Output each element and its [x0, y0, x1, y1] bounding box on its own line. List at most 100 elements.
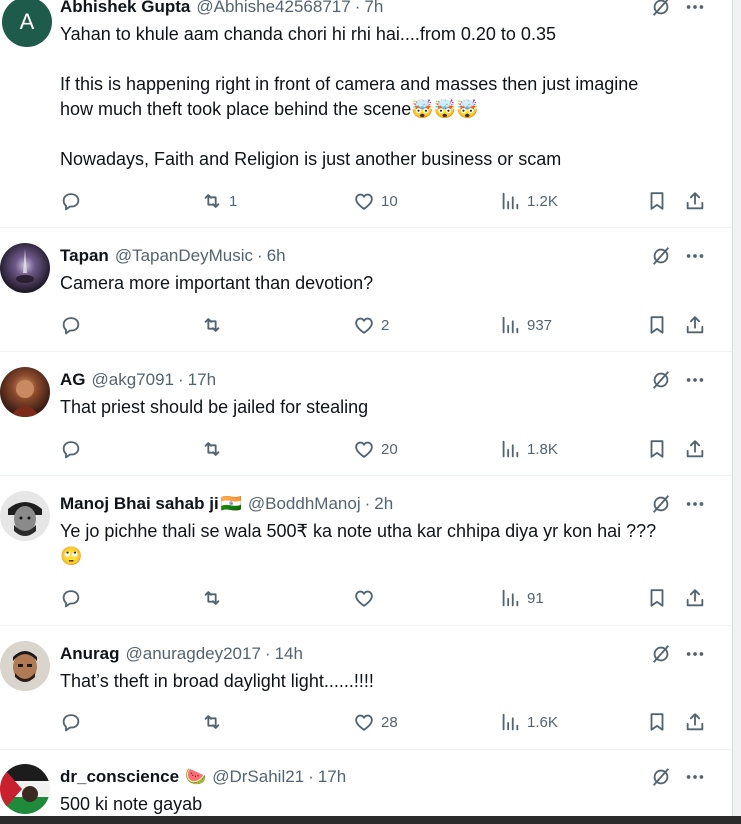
like-button[interactable]: 2	[353, 313, 389, 337]
action-bar: 28 1.6K	[60, 710, 710, 734]
display-name[interactable]: Manoj Bhai sahab ji	[60, 494, 219, 514]
timestamp[interactable]: 2h	[374, 494, 393, 514]
separator-dot: ·	[264, 644, 271, 663]
bookmark-button[interactable]	[646, 586, 668, 610]
like-button[interactable]	[353, 586, 375, 610]
views-icon	[502, 713, 519, 731]
grok-icon[interactable]	[650, 0, 672, 18]
like-button[interactable]: 28	[353, 710, 398, 734]
timestamp[interactable]: 6h	[267, 246, 286, 266]
grok-icon[interactable]	[650, 369, 672, 391]
separator-dot: ·	[364, 494, 371, 513]
more-icon[interactable]	[684, 369, 706, 391]
more-icon[interactable]	[684, 493, 706, 515]
tweet-anurag[interactable]: Anurag @anuragdey2017 · 14h That’s theft…	[0, 626, 732, 750]
tweet-header: dr_conscience 🍉 @DrSahil21 · 17h	[60, 765, 346, 789]
user-handle[interactable]: @Abhishe42568717	[196, 0, 350, 17]
grok-icon[interactable]	[650, 245, 672, 267]
timestamp[interactable]: 17h	[188, 370, 216, 390]
avatar[interactable]: A	[2, 0, 52, 47]
more-icon[interactable]	[684, 0, 706, 18]
tweet-header: AG @akg7091 · 17h	[60, 368, 216, 392]
user-handle[interactable]: @akg7091	[92, 370, 175, 390]
tweet-text: That priest should be jailed for stealin…	[60, 395, 710, 420]
display-name[interactable]: Abhishek Gupta	[60, 0, 190, 17]
display-name[interactable]: Tapan	[60, 246, 109, 266]
bookmark-button[interactable]	[646, 313, 668, 337]
share-button[interactable]	[684, 586, 706, 610]
text-line: 500 ki note gayab	[60, 794, 203, 814]
like-count: 28	[381, 713, 398, 731]
scrollbar-track[interactable]	[732, 0, 741, 824]
tweet-manoj[interactable]: Manoj Bhai sahab ji 🇮🇳 @BoddhManoj · 2h …	[0, 476, 732, 626]
view-count: 1.6K	[527, 713, 558, 731]
reply-button[interactable]	[60, 437, 82, 461]
share-icon	[686, 192, 704, 210]
tweet-ag[interactable]: AG @akg7091 · 17h That priest should be …	[0, 352, 732, 476]
separator-dot: ·	[308, 767, 314, 786]
bookmark-button[interactable]	[646, 189, 668, 213]
avatar[interactable]	[0, 243, 50, 293]
reply-button[interactable]	[60, 313, 82, 337]
views-icon	[502, 192, 519, 210]
avatar[interactable]	[0, 764, 50, 814]
repost-button[interactable]	[201, 710, 223, 734]
like-button[interactable]: 20	[353, 437, 398, 461]
avatar[interactable]	[0, 491, 50, 541]
reply-button[interactable]	[60, 710, 82, 734]
more-icon[interactable]	[684, 766, 706, 788]
reply-icon	[62, 317, 80, 335]
repost-button[interactable]: 1	[201, 189, 237, 213]
reply-button[interactable]	[60, 586, 82, 610]
text-line	[60, 122, 710, 147]
share-icon	[686, 713, 704, 731]
more-icon[interactable]	[684, 643, 706, 665]
repost-icon	[204, 194, 220, 208]
separator-dot: ·	[354, 0, 361, 16]
more-icon[interactable]	[684, 245, 706, 267]
reply-feed: A Abhishek Gupta @Abhishe42568717 · 7h Y…	[0, 0, 732, 824]
bookmark-icon	[650, 713, 664, 731]
like-count: 2	[381, 316, 390, 334]
user-handle[interactable]: @anuragdey2017	[126, 644, 261, 664]
share-icon	[686, 589, 704, 607]
grok-icon[interactable]	[650, 766, 672, 788]
views-button[interactable]: 937	[499, 313, 552, 337]
share-button[interactable]	[684, 437, 706, 461]
action-bar: 20 1.8K	[60, 437, 710, 461]
tweet-tapan[interactable]: Tapan @TapanDeyMusic · 6h Camera more im…	[0, 228, 732, 352]
avatar[interactable]	[0, 367, 50, 417]
repost-button[interactable]	[201, 313, 223, 337]
tweet-abhishek-gupta[interactable]: A Abhishek Gupta @Abhishe42568717 · 7h Y…	[0, 0, 732, 228]
display-name[interactable]: AG	[60, 370, 86, 390]
text-line: That priest should be jailed for stealin…	[60, 397, 369, 417]
heart-icon	[355, 590, 373, 607]
grok-icon[interactable]	[650, 493, 672, 515]
text-line: how much theft took place behind the sce…	[60, 99, 479, 119]
share-button[interactable]	[684, 189, 706, 213]
grok-icon[interactable]	[650, 643, 672, 665]
user-handle[interactable]: @BoddhManoj	[248, 494, 361, 514]
bookmark-button[interactable]	[646, 437, 668, 461]
views-button[interactable]: 1.8K	[499, 437, 558, 461]
views-button[interactable]: 1.6K	[499, 710, 558, 734]
share-button[interactable]	[684, 710, 706, 734]
bookmark-button[interactable]	[646, 710, 668, 734]
user-handle[interactable]: @TapanDeyMusic	[115, 246, 253, 266]
like-button[interactable]: 10	[353, 189, 398, 213]
avatar[interactable]	[0, 641, 50, 691]
user-handle[interactable]: @DrSahil21	[212, 767, 304, 787]
display-name[interactable]: dr_conscience	[60, 767, 179, 787]
timestamp[interactable]: 14h	[275, 644, 303, 664]
tweet-dr-conscience[interactable]: dr_conscience 🍉 @DrSahil21 · 17h 500 ki …	[0, 750, 732, 824]
repost-button[interactable]	[201, 586, 223, 610]
timestamp[interactable]: 7h	[364, 0, 383, 17]
views-button[interactable]: 91	[499, 586, 544, 610]
share-button[interactable]	[684, 313, 706, 337]
timestamp[interactable]: 17h	[318, 767, 346, 787]
repost-button[interactable]	[201, 437, 223, 461]
display-name[interactable]: Anurag	[60, 644, 120, 664]
reply-button[interactable]	[60, 189, 88, 213]
views-button[interactable]: 1.2K	[499, 189, 558, 213]
view-count: 91	[527, 589, 544, 607]
